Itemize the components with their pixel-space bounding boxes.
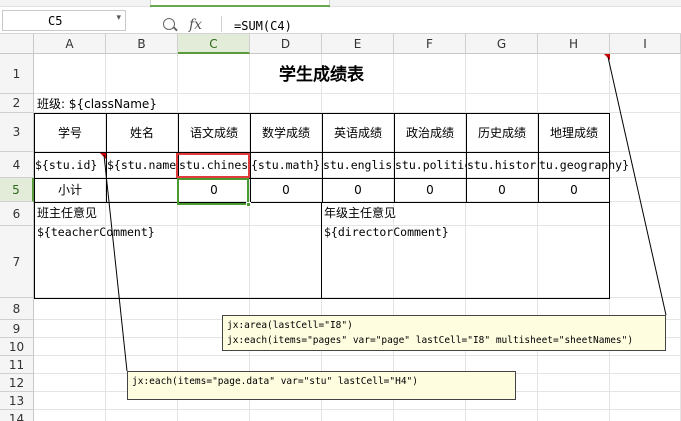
spreadsheet-window: C5 ▾ fx =SUM(C4) ABCDEFGHI 1 2 3 4 5 6 7 8 9 10 11… (0, 0, 681, 421)
column-header-c[interactable]: C (178, 34, 250, 54)
sheet-grid[interactable]: 学生成绩表 班级: ${className} 学号 姓名 语文成绩 数学成绩 英语成绩 政… (34, 54, 681, 421)
column-header-d[interactable]: D (250, 34, 322, 54)
area-comment-box[interactable]: jx:area(lastCell="I8") jx:each(items="pa… (222, 315, 666, 351)
teacher-opinion-label: 班主任意见 (37, 206, 98, 220)
subtotal-value-cell: 0 (570, 183, 578, 197)
template-data-cell: {stu.math} (251, 158, 321, 172)
sheet-title: 学生成绩表 (279, 65, 364, 85)
gridline-horizontal (34, 93, 681, 94)
row-header-11[interactable]: 11 (0, 356, 34, 374)
column-header-i[interactable]: I (610, 34, 681, 54)
column-header-g[interactable]: G (466, 34, 538, 54)
comment-indicator[interactable] (100, 153, 106, 159)
subtotal-value-cell: 0 (426, 183, 434, 197)
fx-icon[interactable]: fx (189, 17, 202, 33)
area-comment-line2: jx:each(items="pages" var="page" lastCel… (227, 335, 634, 346)
area-comment-line1: jx:area(lastCell="I8") (227, 320, 353, 331)
director-comment-placeholder: ${directorComment} (324, 225, 449, 239)
formula-input[interactable]: =SUM(C4) (234, 19, 292, 33)
class-label: 班级: ${className} (37, 97, 157, 111)
name-box-value: C5 (48, 14, 63, 28)
row-header-6[interactable]: 6 (0, 202, 34, 226)
comment-indicator[interactable] (604, 54, 610, 60)
row-header-1[interactable]: 1 (0, 54, 34, 94)
director-opinion-label: 年级主任意见 (324, 206, 397, 220)
formula-bar-separator (221, 16, 222, 32)
gridline-vertical (249, 54, 250, 421)
select-all-corner[interactable] (0, 34, 34, 54)
active-cell-selection[interactable] (177, 178, 251, 207)
gridline-vertical (537, 54, 538, 421)
column-header-f[interactable]: F (394, 34, 466, 54)
template-data-cell: tu.geography} (539, 158, 629, 172)
row-header-3[interactable]: 3 (0, 113, 34, 152)
table-header-cell: 姓名 (129, 126, 154, 140)
gridline-horizontal (34, 409, 681, 410)
column-header-e[interactable]: E (322, 34, 394, 54)
table-header-cell: 历史成绩 (477, 126, 526, 140)
subtotal-label: 小计 (57, 183, 82, 197)
name-box[interactable]: C5 ▾ (2, 10, 126, 31)
template-data-cell: stu.histor (467, 158, 537, 172)
row-header-8[interactable]: 8 (0, 298, 34, 320)
row-header-14[interactable]: 14 (0, 410, 34, 421)
row-header-12[interactable]: 12 (0, 374, 34, 392)
column-header-b[interactable]: B (106, 34, 178, 54)
teacher-comment-placeholder: ${teacherComment} (37, 225, 155, 239)
highlight-box (176, 153, 250, 178)
each-comment-text: jx:each(items="page.data" var="stu" last… (132, 376, 418, 387)
template-data-cell: stu.englis (323, 158, 393, 172)
each-comment-box[interactable]: jx:each(items="page.data" var="stu" last… (127, 371, 516, 400)
subtotal-value-cell: 0 (282, 183, 290, 197)
formula-bar: C5 ▾ fx =SUM(C4) (0, 7, 681, 34)
table-header-cell: 英语成绩 (333, 126, 382, 140)
zoom-icon[interactable] (163, 18, 175, 30)
fill-handle[interactable] (246, 202, 251, 207)
subtotal-value-cell: 0 (498, 183, 506, 197)
table-header-cell: 政治成绩 (405, 126, 454, 140)
column-header-a[interactable]: A (34, 34, 106, 54)
row-header-2[interactable]: 2 (0, 94, 34, 113)
gridline-vertical (177, 54, 178, 421)
table-header-cell: 地理成绩 (549, 126, 598, 140)
row-header-5[interactable]: 5 (0, 178, 34, 202)
template-data-cell: ${stu.name (107, 158, 177, 172)
table-border (321, 202, 322, 299)
template-data-cell: ${stu.id} (35, 158, 98, 172)
chevron-down-icon[interactable]: ▾ (116, 13, 121, 23)
subtotal-value-cell: 0 (354, 183, 362, 197)
row-header-4[interactable]: 4 (0, 152, 34, 178)
row-header-7[interactable]: 7 (0, 226, 34, 298)
row-header-9[interactable]: 9 (0, 320, 34, 338)
gridline-vertical (465, 54, 466, 421)
table-header-cell: 数学成绩 (261, 126, 310, 140)
column-header-h[interactable]: H (538, 34, 610, 54)
table-header-cell: 语文成绩 (189, 126, 238, 140)
template-data-cell: stu.politic (395, 158, 467, 172)
row-header-10[interactable]: 10 (0, 338, 34, 356)
table-header-cell: 学号 (57, 126, 82, 140)
row-header-13[interactable]: 13 (0, 392, 34, 410)
gridline-horizontal (34, 355, 681, 356)
tab-strip (0, 0, 681, 7)
